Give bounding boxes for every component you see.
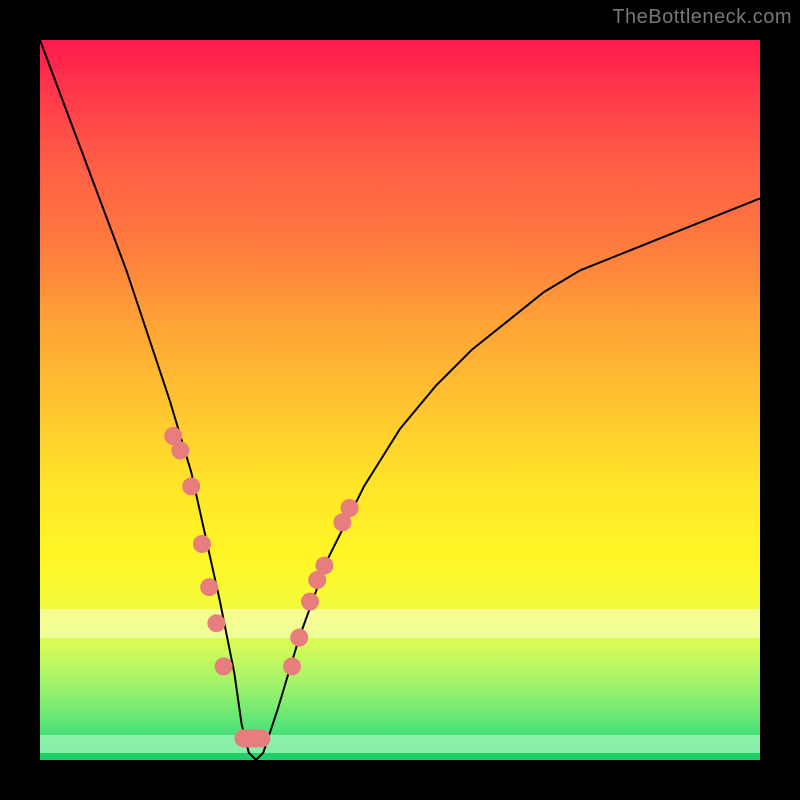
marker-dot — [341, 499, 359, 517]
marker-dot — [207, 614, 225, 632]
marker-dots — [164, 427, 358, 675]
marker-dot — [182, 477, 200, 495]
minimum-segment — [234, 729, 270, 747]
marker-dot — [290, 629, 308, 647]
marker-dot — [193, 535, 211, 553]
minimum-lozenge — [234, 729, 270, 747]
marker-dot — [315, 557, 333, 575]
bottleneck-curve — [40, 40, 760, 760]
marker-dot — [200, 578, 218, 596]
plot-area — [40, 40, 760, 760]
attribution-text: TheBottleneck.com — [612, 6, 792, 29]
marker-dot — [215, 657, 233, 675]
chart-frame: TheBottleneck.com — [0, 0, 800, 800]
marker-dot — [283, 657, 301, 675]
marker-dot — [171, 441, 189, 459]
marker-dot — [301, 593, 319, 611]
chart-svg — [40, 40, 760, 760]
